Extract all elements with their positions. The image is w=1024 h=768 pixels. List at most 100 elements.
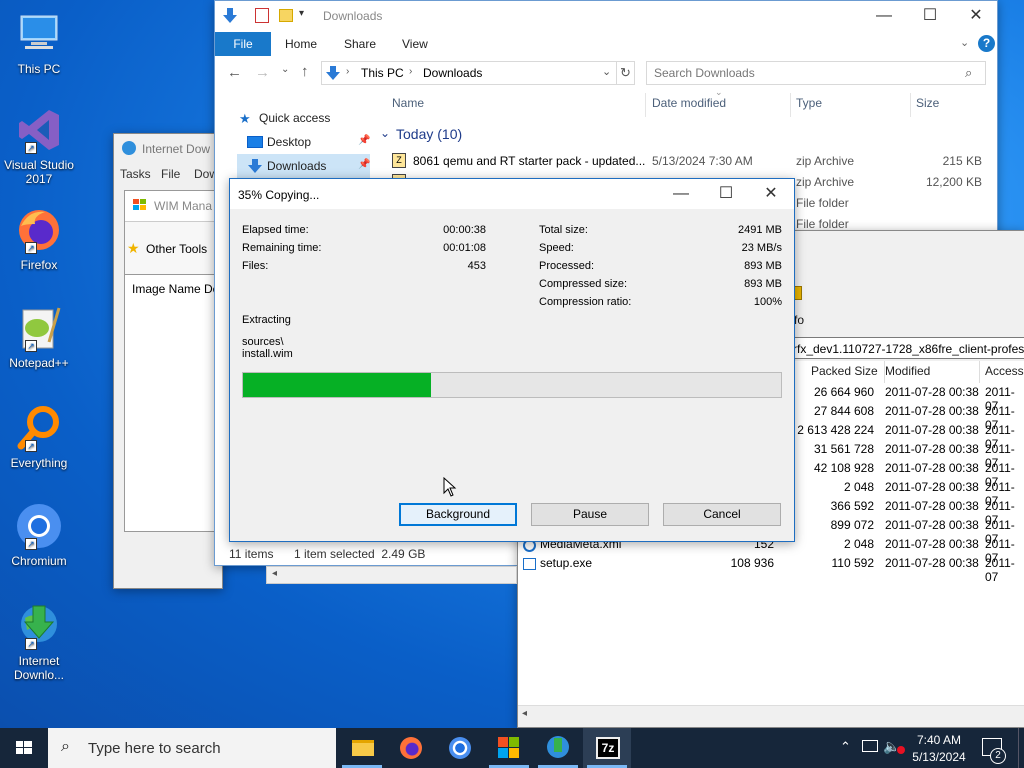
show-desktop-button[interactable] (1018, 728, 1019, 768)
desktop-icon-chromium[interactable]: ↗ Chromium (4, 502, 74, 568)
group-header-today[interactable]: Today (10) (396, 126, 462, 142)
desktop-icon-everything[interactable]: ↗ Everything (4, 404, 74, 470)
column-name[interactable]: Name (392, 96, 424, 110)
address-bar[interactable]: › This PC › Downloads ⌄ (321, 61, 617, 85)
archive-item-name[interactable]: setup.exe (540, 556, 592, 570)
taskbar-file-explorer[interactable] (338, 728, 386, 768)
help-icon[interactable]: ? (978, 35, 995, 52)
search-box[interactable]: Search Downloads ⌕ (646, 61, 986, 85)
column-type[interactable]: Type (796, 96, 822, 110)
clock-time[interactable]: 7:40 AM (910, 733, 968, 747)
column-date-modified[interactable]: Date modified (652, 96, 726, 110)
ribbon-expand-icon[interactable]: ⌄ (960, 36, 969, 49)
search-icon[interactable]: ⌕ (965, 65, 972, 81)
background-button[interactable]: Background (399, 503, 517, 526)
horizontal-scrollbar[interactable]: ◂ (518, 705, 1024, 725)
quick-access-dropdown-icon[interactable]: ▾ (299, 8, 304, 19)
up-arrow-icon[interactable]: ↑ (301, 63, 309, 80)
nav-quick-access[interactable]: Quick access (259, 111, 330, 125)
file-row[interactable]: Z 8061 qemu and RT starter pack - update… (392, 152, 992, 172)
copy-progress-dialog[interactable]: 35% Copying... — ☐ ✕ Elapsed time: 00:00… (229, 178, 795, 542)
column-divider[interactable] (790, 93, 791, 117)
file-explorer-icon (352, 740, 374, 756)
dialog-maximize-button[interactable]: ☐ (703, 179, 749, 209)
ribbon-tab-view[interactable]: View (402, 37, 428, 51)
ribbon-tab-file[interactable]: File (215, 32, 271, 56)
properties-checkbox-icon[interactable] (255, 8, 269, 23)
pause-button[interactable]: Pause (531, 503, 649, 526)
current-file-name: install.wim (242, 348, 293, 360)
start-button[interactable] (0, 728, 48, 768)
desktop-icon-visual-studio[interactable]: ↗ Visual Studio 2017 (4, 106, 74, 186)
volume-muted-badge (897, 746, 905, 754)
dialog-minimize-button[interactable]: — (658, 179, 704, 209)
archive-item-modified: 2011-07-28 00:38 (885, 461, 979, 475)
shortcut-arrow-icon: ↗ (25, 242, 37, 254)
explorer-minimize-button[interactable]: — (861, 1, 907, 31)
column-divider[interactable] (979, 361, 980, 383)
clock-date[interactable]: 5/13/2024 (908, 750, 970, 764)
pin-icon[interactable]: 📌 (358, 159, 370, 170)
current-file-path: sources\ (242, 336, 284, 348)
column-divider[interactable] (645, 93, 646, 117)
column-image-name[interactable]: Image Name (132, 282, 201, 296)
other-tools-button[interactable]: Other Tools (146, 242, 207, 256)
refresh-icon[interactable]: ↻ (617, 61, 635, 85)
taskbar-internet-download-manager[interactable] (534, 728, 582, 768)
back-arrow-icon[interactable]: ← (227, 64, 242, 81)
address-dropdown-icon[interactable]: ⌄ (602, 65, 611, 78)
idm-menu-tasks[interactable]: Tasks (120, 167, 151, 181)
stat-label: Total size: (539, 224, 588, 236)
everything-search-icon: ↗ (15, 404, 63, 452)
scroll-left-icon[interactable]: ◂ (272, 568, 277, 579)
stat-value: 00:01:08 (443, 242, 486, 254)
wim-manager-window[interactable]: WIM Mana ★ Other Tools Image Name De (124, 190, 225, 532)
desktop-icon-internet-download-manager[interactable]: ↗ Internet Downlo... (4, 602, 74, 682)
dialog-close-button[interactable]: ✕ (748, 179, 794, 209)
show-hidden-icons-chevron-icon[interactable]: ⌃ (840, 739, 851, 755)
taskbar-7zip[interactable]: 7z (583, 728, 631, 768)
idm-menu-file[interactable]: File (161, 167, 180, 181)
shortcut-arrow-icon: ↗ (25, 538, 37, 550)
path-field[interactable]: rfx_dev1.110727-1728_x86fre_client-profe… (788, 337, 1024, 359)
network-icon[interactable] (862, 740, 878, 752)
explorer-horizontal-scrollbar[interactable]: ◂ (266, 566, 517, 584)
ribbon-tab-home[interactable]: Home (285, 37, 317, 51)
column-divider[interactable] (910, 93, 911, 117)
ribbon-tab-share[interactable]: Share (344, 37, 376, 51)
group-collapse-icon[interactable]: ⌄ (380, 126, 390, 140)
desktop-icon-notepadpp[interactable]: ↗ Notepad++ (4, 304, 74, 370)
column-packed-size[interactable]: Packed Size (811, 364, 878, 378)
search-input[interactable]: Search Downloads (654, 66, 755, 80)
taskbar-search-box[interactable]: ⌕ Type here to search (48, 728, 336, 768)
desktop-icon-this-pc[interactable]: This PC (4, 10, 74, 76)
file-size: 215 KB (942, 154, 982, 168)
taskbar-firefox[interactable] (387, 728, 435, 768)
idm-window[interactable]: Internet Dow Tasks File Dow WIM Mana ★ O… (113, 133, 225, 589)
archive-item-packed-size: 26 664 960 (813, 385, 874, 399)
archive-item-modified: 2011-07-28 00:38 (885, 518, 979, 532)
cancel-button[interactable]: Cancel (663, 503, 781, 526)
shortcut-arrow-icon: ↗ (25, 142, 37, 154)
forward-arrow-icon[interactable]: → (255, 64, 270, 81)
breadcrumb-this-pc[interactable]: This PC (361, 66, 404, 80)
nav-downloads[interactable]: Downloads (267, 159, 326, 173)
explorer-maximize-button[interactable]: ☐ (907, 1, 953, 31)
desktop-icon-firefox[interactable]: ↗ Firefox (4, 206, 74, 272)
recent-locations-icon[interactable]: ⌄ (281, 64, 289, 75)
scroll-left-icon[interactable]: ◂ (522, 708, 527, 719)
taskbar-wim-manager[interactable] (485, 728, 533, 768)
archive-item-modified: 2011-07-28 00:38 (885, 423, 979, 437)
column-modified[interactable]: Modified (885, 364, 930, 378)
taskbar-chromium[interactable] (436, 728, 484, 768)
download-arrow-icon (325, 65, 341, 81)
column-accessed[interactable]: Accesse (985, 364, 1024, 378)
taskbar-search-input[interactable]: Type here to search (88, 740, 221, 757)
column-size[interactable]: Size (916, 96, 939, 110)
nav-desktop[interactable]: Desktop (267, 135, 311, 149)
archive-item-packed-size: 110 592 (831, 556, 875, 570)
explorer-close-button[interactable]: ✕ (953, 1, 999, 31)
breadcrumb-downloads[interactable]: Downloads (423, 66, 482, 80)
new-folder-icon[interactable] (279, 9, 293, 22)
pin-icon[interactable]: 📌 (358, 135, 370, 146)
